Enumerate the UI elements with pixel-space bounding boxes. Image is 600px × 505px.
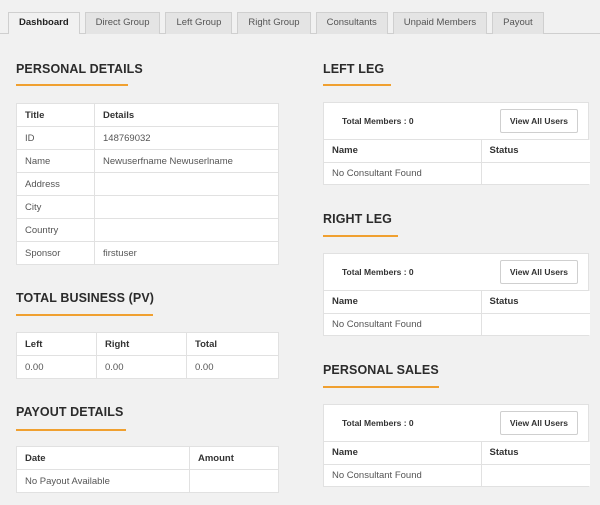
column-header: Left [16, 332, 97, 356]
left-leg-header: Total Members : 0 View All Users [324, 103, 588, 140]
empty-message: No Consultant Found [324, 312, 482, 335]
table-header-row: Date Amount [16, 446, 279, 470]
empty-message: No Consultant Found [324, 463, 482, 486]
right-leg-panel: Total Members : 0 View All Users Name St… [323, 253, 590, 336]
left-leg-panel: Total Members : 0 View All Users Name St… [323, 102, 590, 185]
left-leg-underline [323, 84, 391, 86]
table-row: No Consultant Found [324, 161, 590, 184]
table-cell [94, 172, 279, 196]
table-cell: City [16, 195, 95, 219]
table-header-row: Name Status [324, 291, 590, 314]
tab-payout[interactable]: Payout [492, 12, 544, 34]
table-cell: firstuser [94, 241, 279, 265]
personal-sales-panel: Total Members : 0 View All Users Name St… [323, 404, 590, 487]
table-row: Name Newuserfname Newuserlname [16, 149, 279, 173]
table-row: No Consultant Found [324, 463, 590, 486]
table-cell: ID [16, 126, 95, 150]
total-business-title: TOTAL BUSINESS (PV) [16, 291, 155, 305]
column-header: Status [480, 291, 590, 314]
column-header: Name [324, 140, 482, 163]
column-header: Details [94, 103, 279, 127]
payout-details-underline [16, 429, 126, 431]
table-row: No Consultant Found [324, 312, 590, 335]
personal-details-underline [16, 84, 128, 86]
column-header: Status [480, 140, 590, 163]
personal-sales-underline [323, 386, 439, 388]
table-header-row: Title Details [16, 103, 279, 127]
total-members-count: Total Members : 0 [342, 418, 414, 428]
table-row: Sponsor firstuser [16, 241, 279, 265]
right-leg-title: RIGHT LEG [323, 212, 392, 226]
table-cell [94, 218, 279, 242]
personal-details-table: Title Details ID 148769032 Name Newuserf… [16, 103, 279, 265]
table-row: No Payout Available [16, 469, 279, 493]
table-row: City [16, 195, 279, 219]
view-all-users-button[interactable]: View All Users [499, 109, 578, 133]
tab-dashboard[interactable]: Dashboard [8, 12, 80, 34]
table-cell: 148769032 [94, 126, 279, 150]
personal-sales-title: PERSONAL SALES [323, 363, 439, 377]
table-row: Country [16, 218, 279, 242]
right-leg-header: Total Members : 0 View All Users [324, 254, 588, 291]
view-all-users-button[interactable]: View All Users [499, 260, 578, 284]
column-header: Name [324, 442, 482, 465]
total-members-count: Total Members : 0 [342, 267, 414, 277]
table-row: Address [16, 172, 279, 196]
personal-sales-header: Total Members : 0 View All Users [324, 405, 588, 442]
total-business-table: Left Right Total 0.00 0.00 0.00 [16, 332, 279, 379]
empty-message: No Consultant Found [324, 161, 482, 184]
column-header: Name [324, 291, 482, 314]
table-cell [480, 312, 590, 335]
table-cell [480, 463, 590, 486]
tab-bar: Dashboard Direct Group Left Group Right … [8, 12, 544, 34]
view-all-users-button[interactable]: View All Users [499, 411, 578, 435]
column-header: Amount [189, 446, 279, 470]
table-header-row: Name Status [324, 442, 590, 465]
right-leg-underline [323, 235, 398, 237]
personal-sales-table: Name Status No Consultant Found [324, 442, 590, 486]
table-cell: Country [16, 218, 95, 242]
table-row: ID 148769032 [16, 126, 279, 150]
table-cell [480, 161, 590, 184]
column-header: Right [96, 332, 187, 356]
table-header-row: Name Status [324, 140, 590, 163]
table-cell: Address [16, 172, 95, 196]
table-cell: Newuserfname Newuserlname [94, 149, 279, 173]
payout-details-table: Date Amount No Payout Available [16, 446, 279, 493]
tab-left-group[interactable]: Left Group [165, 12, 233, 34]
column-header: Total [186, 332, 279, 356]
tab-consultants[interactable]: Consultants [315, 12, 388, 34]
personal-details-title: PERSONAL DETAILS [16, 62, 143, 76]
table-cell: Name [16, 149, 95, 173]
right-leg-table: Name Status No Consultant Found [324, 291, 590, 335]
total-business-underline [16, 314, 153, 316]
table-cell: Sponsor [16, 241, 95, 265]
left-leg-table: Name Status No Consultant Found [324, 140, 590, 184]
table-header-row: Left Right Total [16, 332, 279, 356]
payout-details-title: PAYOUT DETAILS [16, 405, 124, 419]
table-cell [94, 195, 279, 219]
table-cell: 0.00 [16, 355, 97, 379]
column-header: Date [16, 446, 190, 470]
column-header: Title [16, 103, 95, 127]
tab-direct-group[interactable]: Direct Group [84, 12, 161, 34]
table-cell: 0.00 [186, 355, 279, 379]
tab-unpaid-members[interactable]: Unpaid Members [392, 12, 488, 34]
table-cell [189, 469, 279, 493]
table-row: 0.00 0.00 0.00 [16, 355, 279, 379]
empty-message: No Payout Available [16, 469, 190, 493]
tab-right-group[interactable]: Right Group [237, 12, 311, 34]
total-members-count: Total Members : 0 [342, 116, 414, 126]
table-cell: 0.00 [96, 355, 187, 379]
left-leg-title: LEFT LEG [323, 62, 385, 76]
column-header: Status [480, 442, 590, 465]
